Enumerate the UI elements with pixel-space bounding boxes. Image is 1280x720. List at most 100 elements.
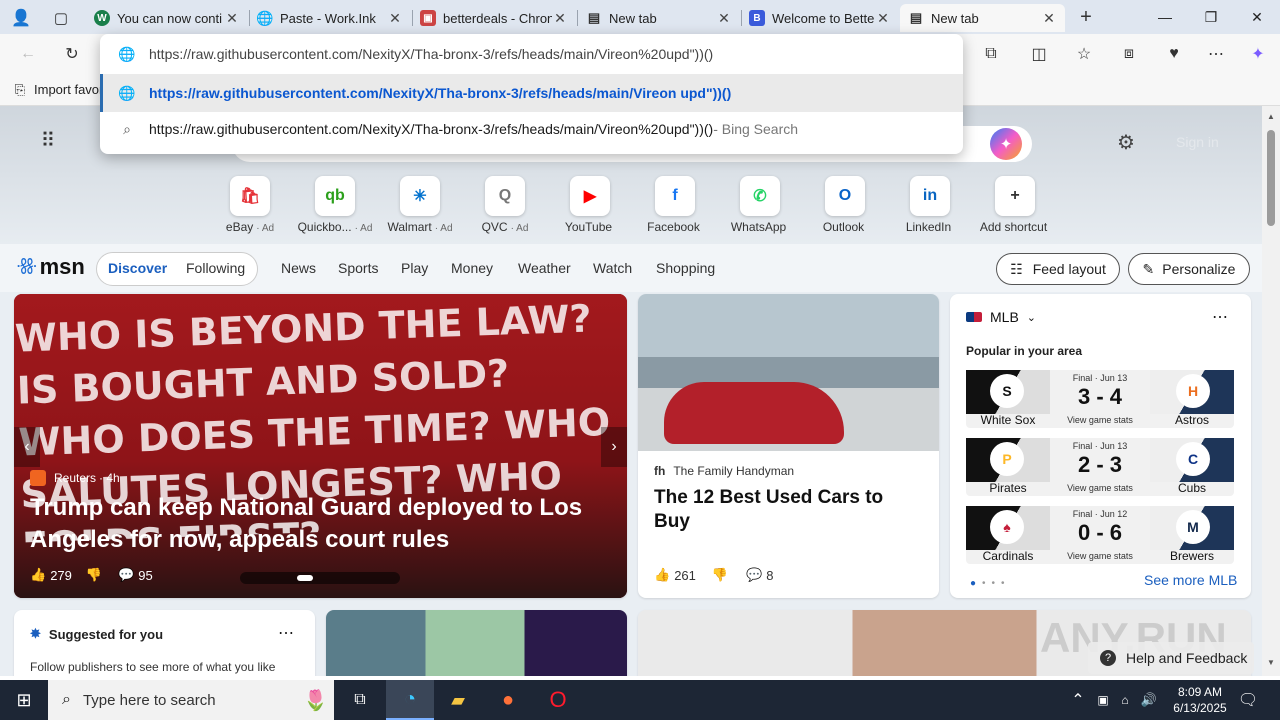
tab-newtab-1[interactable]: ▤ New tab ✕	[578, 4, 740, 32]
game-row[interactable]: ♠ M Cardinals Brewers Final · Jun 12 0 - 6 Vie…	[966, 506, 1234, 564]
more-options-icon[interactable]: ⋯	[1208, 308, 1232, 326]
more-options-icon[interactable]: ⋯	[276, 624, 296, 642]
hero-story-card[interactable]: WHO IS BEYOND THE LAW? IS BOUGHT AND SOL…	[14, 294, 627, 598]
nav-sports[interactable]: Sports	[338, 260, 378, 276]
close-icon[interactable]: ✕	[716, 10, 732, 26]
tray-device-icon[interactable]: ▣	[1094, 690, 1112, 710]
nav-news[interactable]: News	[281, 260, 316, 276]
shortcut-linkedin[interactable]: in LinkedIn	[890, 176, 970, 234]
shortcut-add-shortcut[interactable]: + Add shortcut	[975, 176, 1055, 234]
shortcut-quickbo[interactable]: qb Quickbo... · Ad	[295, 176, 375, 234]
help-feedback-button[interactable]: ? Help and Feedback	[1088, 642, 1254, 674]
game-stats-link[interactable]: View game stats	[1050, 483, 1150, 493]
shortcut-walmart[interactable]: ✳ Walmart · Ad	[380, 176, 460, 234]
dislike-icon[interactable]: 👎	[86, 567, 102, 583]
game-row[interactable]: P C Pirates Cubs Final · Jun 13 2 - 3 View gam…	[966, 438, 1234, 496]
feed-layout-button[interactable]: ☷ Feed layout	[996, 253, 1120, 285]
back-button[interactable]: ←	[14, 40, 42, 68]
browser-essentials-icon[interactable]: ♥	[1160, 40, 1188, 68]
favorites-icon[interactable]: ☆	[1070, 40, 1098, 68]
notifications-icon[interactable]: 🗨	[1236, 688, 1260, 712]
collections-icon[interactable]: ⧈	[1115, 40, 1143, 68]
page-scrollbar[interactable]: ▲ ▼	[1262, 106, 1280, 676]
tab-newtab-active[interactable]: ▤ New tab ✕	[900, 4, 1065, 32]
suggestion-url[interactable]: 🌐 https://raw.githubusercontent.com/Nexi…	[100, 74, 963, 112]
msn-logo[interactable]: ꗥ msn	[16, 254, 85, 280]
taskbar-search[interactable]: ⌕ Type here to search 🌷	[48, 680, 334, 720]
side-source[interactable]: fh The Family Handyman	[654, 464, 794, 478]
extensions-icon[interactable]: ⧉	[977, 40, 1005, 68]
tray-chevron-icon[interactable]: ⌃	[1070, 690, 1086, 710]
shortcut-outlook[interactable]: O Outlook	[805, 176, 885, 234]
side-story-card[interactable]: fh The Family Handyman The 12 Best Used …	[638, 294, 939, 598]
carousel-prev-button[interactable]: ‹	[14, 427, 40, 467]
refresh-button[interactable]: ↻	[58, 40, 86, 68]
dislike-icon[interactable]: 👎	[712, 567, 728, 583]
mlb-pager-dots[interactable]: ●•••	[970, 578, 1011, 589]
tab-welcome[interactable]: B Welcome to Better ✕	[741, 4, 899, 32]
profile-icon[interactable]: 👤	[8, 6, 34, 30]
opera-icon[interactable]: O	[534, 680, 582, 720]
address-input[interactable]: https://raw.githubusercontent.com/Nexity…	[149, 46, 713, 62]
close-icon[interactable]: ✕	[224, 10, 240, 26]
game-stats-link[interactable]: View game stats	[1050, 551, 1150, 561]
nav-play[interactable]: Play	[401, 260, 428, 276]
tab-following[interactable]: Following	[186, 260, 245, 276]
nav-watch[interactable]: Watch	[593, 260, 632, 276]
volume-icon[interactable]: 🔊	[1140, 690, 1158, 710]
tab-actions-icon[interactable]: ▢	[48, 6, 74, 30]
new-tab-button[interactable]: +	[1072, 5, 1100, 29]
split-screen-icon[interactable]: ◫	[1025, 40, 1053, 68]
shortcut-qvc[interactable]: Q QVC · Ad	[465, 176, 545, 234]
nav-shopping[interactable]: Shopping	[656, 260, 715, 276]
like-icon[interactable]: 👍	[654, 567, 670, 583]
scroll-down-arrow[interactable]: ▼	[1267, 658, 1275, 667]
sign-in-link[interactable]: Sign in	[1176, 134, 1219, 150]
apps-grid-icon[interactable]: ⠿	[36, 128, 60, 152]
like-icon[interactable]: 👍	[30, 567, 46, 583]
comment-icon[interactable]: 💬	[118, 567, 134, 583]
game-row[interactable]: S H White Sox Astros Final · Jun 13 3 - 4 View…	[966, 370, 1234, 428]
edge-taskbar-icon[interactable]: ◔	[386, 680, 434, 720]
shortcut-youtube[interactable]: ▶ YouTube	[550, 176, 630, 234]
side-headline[interactable]: The 12 Best Used Cars to Buy	[654, 486, 924, 534]
network-icon[interactable]: ⌂	[1116, 690, 1134, 710]
import-favorites-link[interactable]: Import favor	[34, 82, 103, 97]
suggestion-search[interactable]: ⌕ https://raw.githubusercontent.com/Nexi…	[100, 110, 963, 148]
mlb-header[interactable]: MLB ⌄	[966, 309, 1036, 325]
close-window-button[interactable]: ✕	[1234, 0, 1280, 34]
scroll-thumb[interactable]	[1267, 130, 1275, 226]
shortcut-ebay[interactable]: 🛍 eBay · Ad	[210, 176, 290, 234]
tab-discover[interactable]: Discover	[108, 260, 167, 276]
start-button[interactable]: ⊞	[0, 680, 48, 720]
nav-money[interactable]: Money	[451, 260, 493, 276]
settings-gear-icon[interactable]: ⚙	[1114, 130, 1138, 154]
firefox-icon[interactable]: ●	[484, 680, 532, 720]
close-icon[interactable]: ✕	[875, 10, 891, 26]
task-view-icon[interactable]: ⧉	[336, 680, 384, 720]
restore-button[interactable]: ❐	[1188, 0, 1234, 34]
tab-betterdeals[interactable]: ▣ betterdeals - Chron ✕	[412, 4, 576, 32]
shortcut-whatsapp[interactable]: ✆ WhatsApp	[720, 176, 800, 234]
personalize-button[interactable]: ✎ Personalize	[1128, 253, 1250, 285]
more-menu-icon[interactable]: ⋯	[1202, 40, 1230, 68]
copilot-search-icon[interactable]: ✦	[990, 128, 1022, 160]
see-more-mlb-link[interactable]: See more MLB	[1144, 572, 1237, 588]
hero-source[interactable]: Reuters · 4h	[30, 470, 120, 486]
scroll-up-arrow[interactable]: ▲	[1267, 112, 1275, 121]
copilot-icon[interactable]: ✦	[1244, 40, 1272, 68]
minimize-button[interactable]: —	[1142, 0, 1188, 34]
game-card[interactable]	[326, 610, 627, 676]
tab-whatsapp[interactable]: W You can now conti ✕	[86, 4, 248, 32]
clock[interactable]: 8:09 AM 6/13/2025	[1168, 684, 1232, 716]
address-input-row[interactable]: 🌐 https://raw.githubusercontent.com/Nexi…	[100, 35, 963, 73]
nav-weather[interactable]: Weather	[518, 260, 571, 276]
tab-paste[interactable]: 🌐 Paste - Work.Ink ✕	[249, 4, 411, 32]
close-icon[interactable]: ✕	[552, 10, 568, 26]
hero-headline[interactable]: Trump can keep National Guard deployed t…	[30, 492, 590, 556]
game-stats-link[interactable]: View game stats	[1050, 415, 1150, 425]
shortcut-facebook[interactable]: f Facebook	[635, 176, 715, 234]
carousel-next-button[interactable]: ›	[601, 427, 627, 467]
close-icon[interactable]: ✕	[1041, 10, 1057, 26]
file-explorer-icon[interactable]: ▰	[434, 680, 482, 720]
